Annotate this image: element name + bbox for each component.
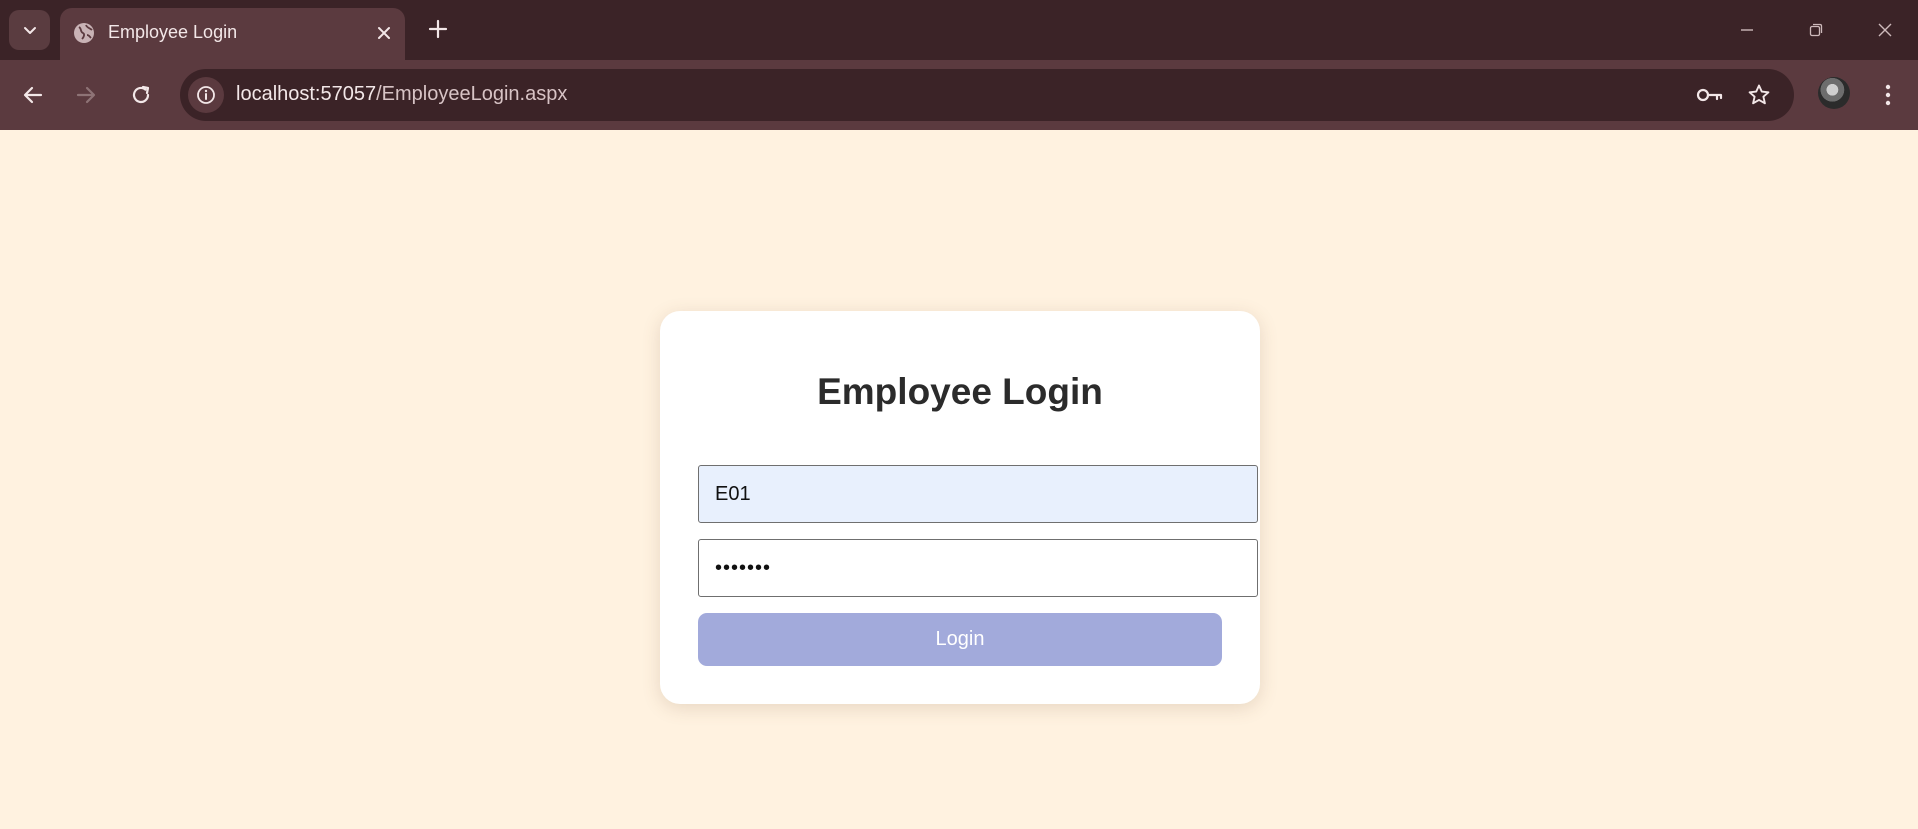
more-vertical-icon [1885,84,1891,106]
restore-button[interactable] [1793,10,1839,50]
url-path: /EmployeeLogin.aspx [376,83,568,105]
browser-toolbar: localhost:57057/EmployeeLogin.aspx [0,60,1918,130]
restore-icon [1809,23,1823,37]
password-manager-button[interactable] [1694,79,1726,111]
chevron-down-icon [23,27,36,34]
minimize-icon [1741,29,1753,31]
site-info-button[interactable] [188,77,224,113]
star-icon [1748,84,1770,105]
minimize-button[interactable] [1724,10,1770,50]
plus-icon [428,19,448,39]
window-close-button[interactable] [1862,10,1908,50]
address-bar[interactable]: localhost:57057/EmployeeLogin.aspx [180,69,1794,121]
close-icon [1878,23,1892,37]
login-card: Employee Login Login [660,311,1260,704]
page-title: Employee Login [817,371,1103,412]
arrow-left-icon [23,86,43,104]
new-tab-button[interactable] [423,14,453,44]
tab-search-button[interactable] [9,10,50,50]
reload-button[interactable] [121,75,161,115]
forward-button[interactable] [66,75,106,115]
key-icon [1696,88,1723,102]
info-icon [197,86,215,104]
url-host: localhost:57057 [236,83,377,105]
url-text: localhost:57057/EmployeeLogin.aspx [236,83,567,106]
globe-icon [74,23,94,43]
back-button[interactable] [13,75,53,115]
bookmark-button[interactable] [1743,79,1775,111]
tab-close-button[interactable] [371,20,397,46]
password-input[interactable] [698,539,1258,597]
browser-tab-active[interactable]: Employee Login [60,8,405,60]
employee-id-input[interactable] [698,465,1258,523]
reload-icon [132,85,150,104]
login-button[interactable]: Login [698,613,1222,666]
browser-tabstrip: Employee Login [0,0,1918,60]
profile-avatar[interactable] [1818,77,1850,109]
browser-menu-button[interactable] [1870,75,1906,115]
arrow-right-icon [76,86,96,104]
tab-title: Employee Login [108,22,238,42]
close-icon [378,27,390,39]
